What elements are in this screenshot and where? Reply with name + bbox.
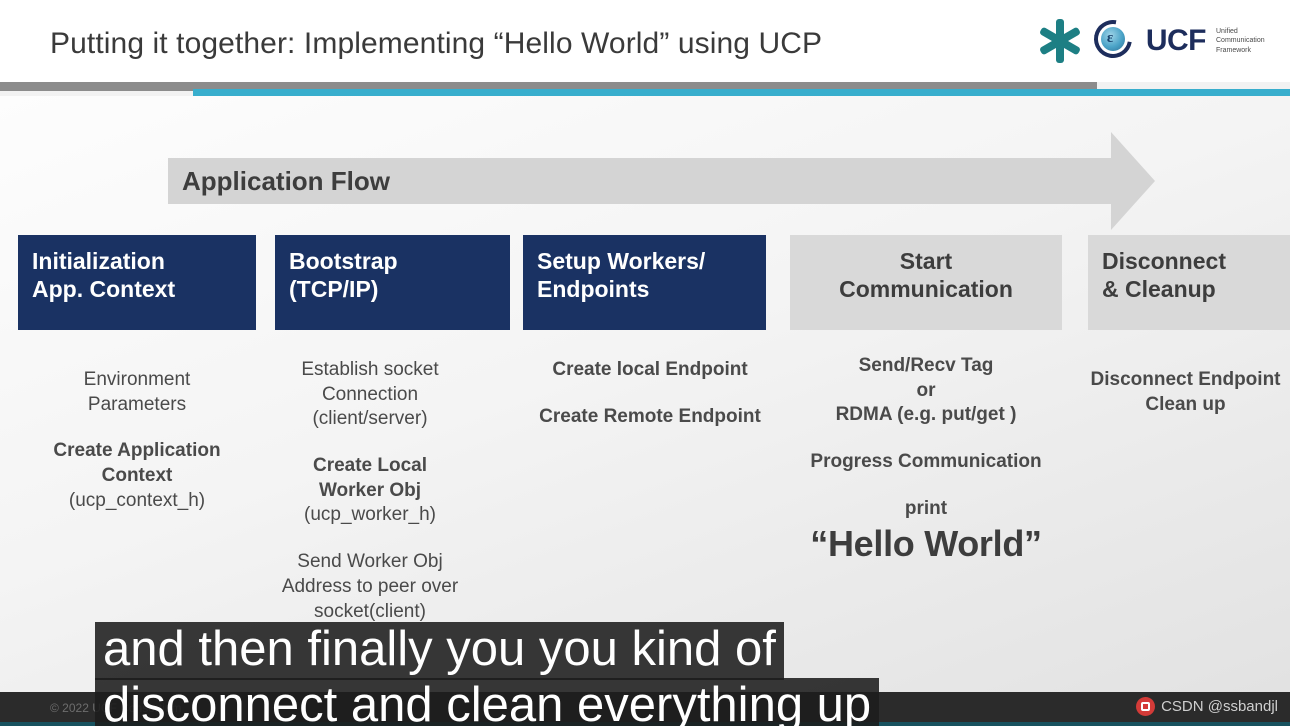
text-line: RDMA (e.g. put/get ) bbox=[835, 404, 1017, 426]
text-line: Context bbox=[101, 465, 173, 487]
text-line: Send Worker Obj bbox=[297, 551, 443, 573]
column-body-setup-workers: Create local Endpoint Create Remote Endp… bbox=[510, 358, 790, 429]
slide-title: Putting it together: Implementing “Hello… bbox=[50, 27, 823, 60]
ucf-circle-icon: ε bbox=[1086, 12, 1140, 66]
text-block: Send Worker Obj Address to peer over soc… bbox=[262, 550, 478, 624]
text-line: or bbox=[916, 379, 936, 401]
column-body-bootstrap: Establish socket Connection (client/serv… bbox=[262, 358, 478, 624]
text-line: Worker Obj bbox=[318, 479, 422, 501]
text-line: Create Remote Endpoint bbox=[539, 405, 761, 427]
text-line: Disconnect Endpoint bbox=[1090, 369, 1281, 390]
text-line: Establish socket bbox=[301, 359, 439, 380]
column-header-bootstrap: Bootstrap (TCP/IP) bbox=[275, 235, 510, 330]
arrow-head-icon bbox=[1111, 132, 1155, 230]
column-header-text: Disconnect & Cleanup bbox=[1102, 248, 1226, 303]
text-block: Create Application Context (ucp_context_… bbox=[6, 439, 268, 513]
text-line: Create Local bbox=[312, 455, 428, 477]
watermark-text: CSDN @ssbandjl bbox=[1161, 698, 1278, 715]
column-header-text: Initialization App. Context bbox=[32, 248, 176, 303]
text-line: Environment bbox=[83, 369, 191, 390]
text-line: socket(client) bbox=[314, 600, 426, 622]
text-line: Clean up bbox=[1145, 393, 1226, 415]
text-block: Disconnect Endpoint Clean up bbox=[1068, 368, 1290, 417]
text-block: Progress Communication bbox=[786, 450, 1066, 475]
column-header-text: Start Communication bbox=[839, 248, 1013, 303]
caption-line-2: disconnect and clean everything up bbox=[95, 678, 880, 726]
ucf-wordmark: UCF bbox=[1145, 24, 1207, 57]
video-player-screen: Putting it together: Implementing “Hello… bbox=[0, 0, 1290, 726]
column-header-text: Bootstrap (TCP/IP) bbox=[289, 248, 398, 303]
hello-world-text: “Hello World” bbox=[810, 523, 1042, 565]
csdn-logo-icon bbox=[1136, 697, 1156, 716]
column-body-disconnect-cleanup: Disconnect Endpoint Clean up bbox=[1068, 368, 1290, 417]
asterisk-icon bbox=[1036, 17, 1084, 65]
text-block: Create Local Worker Obj (ucp_worker_h) bbox=[262, 454, 478, 528]
application-flow-arrow: Application Flow bbox=[168, 132, 1155, 230]
column-header-setup-workers: Setup Workers/ Endpoints bbox=[523, 235, 766, 330]
ucf-logo: ε UCF Unified Communication Framework bbox=[1036, 12, 1272, 68]
slide-body: Application Flow Initialization App. Con… bbox=[0, 96, 1290, 692]
caption-line-1: and then finally you you kind of bbox=[95, 622, 784, 680]
text-block: print “Hello World” bbox=[786, 497, 1066, 568]
text-line: (ucp_context_h) bbox=[68, 489, 206, 511]
header-rule-teal bbox=[193, 89, 1290, 96]
text-line: Send/Recv Tag bbox=[858, 355, 994, 376]
text-line: Address to peer over bbox=[281, 575, 459, 597]
text-line: Connection bbox=[321, 383, 419, 405]
column-body-start-communication: Send/Recv Tag or RDMA (e.g. put/get ) Pr… bbox=[786, 354, 1066, 568]
column-body-initialization: Environment Parameters Create Applicatio… bbox=[6, 368, 268, 513]
text-line: print bbox=[904, 497, 948, 519]
text-block: Send/Recv Tag or RDMA (e.g. put/get ) bbox=[786, 354, 1066, 428]
text-block: Create local Endpoint bbox=[510, 358, 790, 383]
text-block: Establish socket Connection (client/serv… bbox=[262, 358, 478, 432]
column-header-disconnect-cleanup: Disconnect & Cleanup bbox=[1088, 235, 1290, 330]
text-line: Progress Communication bbox=[810, 451, 1042, 473]
slide-header: Putting it together: Implementing “Hello… bbox=[0, 0, 1290, 82]
text-block: Environment Parameters bbox=[6, 368, 268, 417]
text-line: Create Application bbox=[53, 440, 221, 462]
text-line: Parameters bbox=[87, 393, 187, 415]
arrow-label: Application Flow bbox=[182, 166, 390, 196]
text-line: (ucp_worker_h) bbox=[304, 504, 436, 526]
ucf-tagline: Unified Communication Framework bbox=[1216, 27, 1265, 54]
column-header-text: Setup Workers/ Endpoints bbox=[537, 248, 706, 303]
text-line: Create local Endpoint bbox=[552, 359, 748, 380]
text-line: (client/server) bbox=[312, 408, 428, 430]
text-block: Create Remote Endpoint bbox=[510, 405, 790, 430]
column-header-initialization: Initialization App. Context bbox=[18, 235, 256, 330]
column-header-start-communication: Start Communication bbox=[790, 235, 1062, 330]
csdn-watermark: CSDN @ssbandjl bbox=[1136, 697, 1278, 716]
